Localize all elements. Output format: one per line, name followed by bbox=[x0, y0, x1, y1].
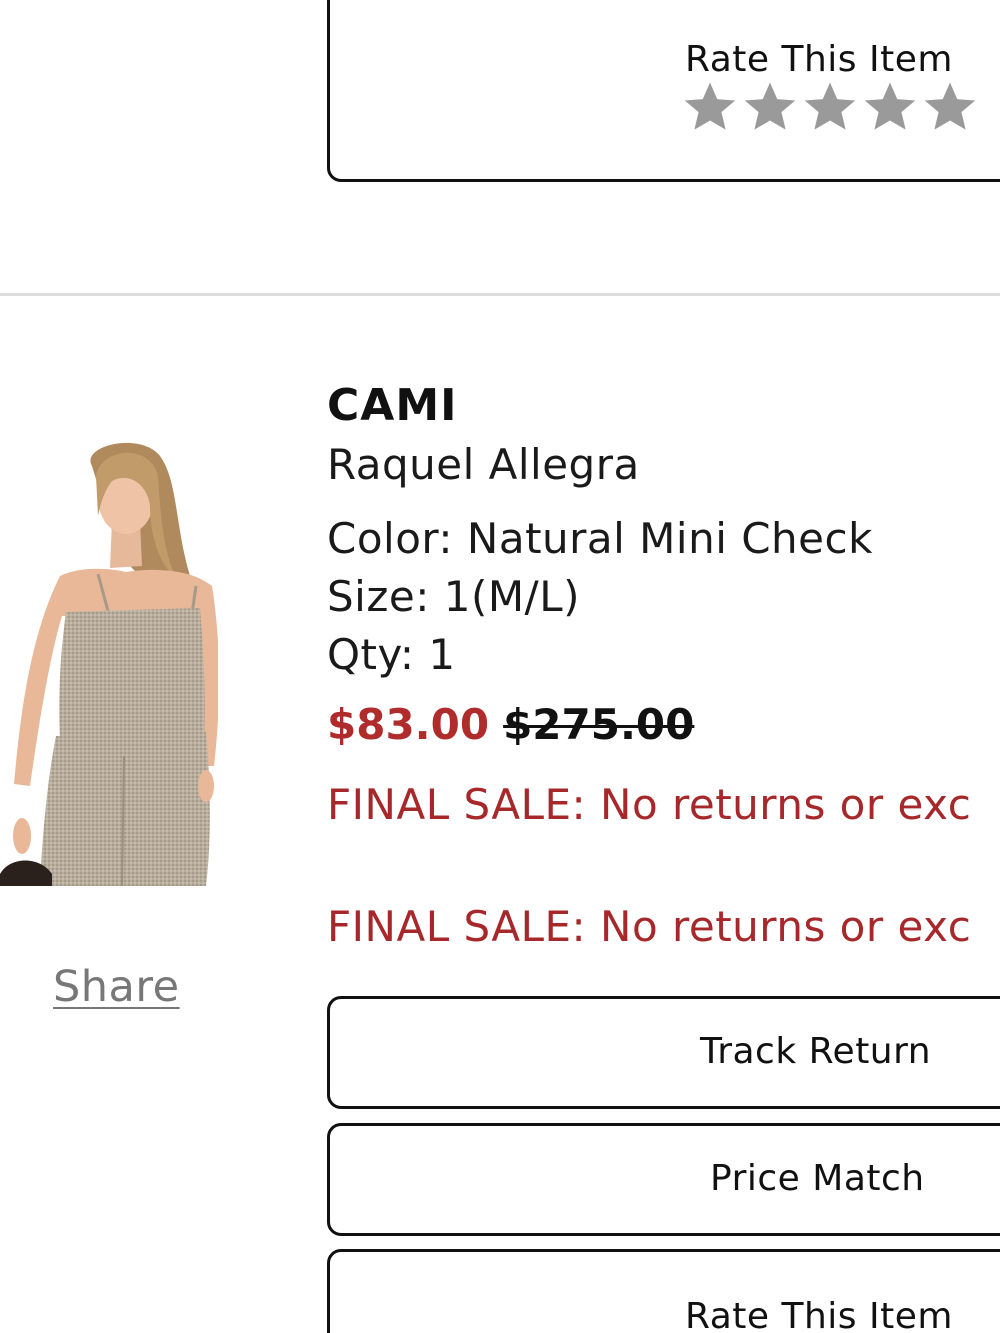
product-brand[interactable]: Raquel Allegra bbox=[327, 440, 640, 489]
rate-item-button[interactable]: Rate This Item bbox=[327, 1249, 1000, 1333]
rate-item-box-top[interactable]: Rate This Item bbox=[327, 0, 1000, 182]
track-return-button[interactable]: Track Return bbox=[327, 996, 1000, 1109]
star-icon[interactable] bbox=[802, 79, 858, 135]
product-size: Size: 1(M/L) bbox=[327, 572, 580, 621]
product-color: Color: Natural Mini Check bbox=[327, 514, 873, 563]
final-sale-notice-secondary: FINAL SALE: No returns or exc bbox=[327, 902, 972, 951]
price-row: $83.00 $275.00 bbox=[327, 700, 694, 749]
star-icon[interactable] bbox=[742, 79, 798, 135]
section-divider bbox=[0, 293, 1000, 296]
star-rating[interactable] bbox=[682, 79, 978, 135]
original-price: $275.00 bbox=[503, 700, 695, 749]
price-match-label: Price Match bbox=[710, 1158, 925, 1199]
product-name[interactable]: CAMI bbox=[327, 380, 458, 431]
product-quantity: Qty: 1 bbox=[327, 630, 456, 679]
rate-item-label: Rate This Item bbox=[685, 1296, 953, 1333]
final-sale-notice: FINAL SALE: No returns or exc bbox=[327, 780, 972, 829]
share-link[interactable]: Share bbox=[53, 962, 180, 1012]
product-image[interactable] bbox=[0, 436, 218, 886]
star-icon[interactable] bbox=[682, 79, 738, 135]
star-icon[interactable] bbox=[922, 79, 978, 135]
price-match-button[interactable]: Price Match bbox=[327, 1123, 1000, 1236]
order-item-page: Rate This Item Share CAMI Raquel Allegra… bbox=[0, 0, 1000, 1333]
product-photo-icon bbox=[0, 442, 218, 886]
sale-price: $83.00 bbox=[327, 700, 490, 749]
star-icon[interactable] bbox=[862, 79, 918, 135]
track-return-label: Track Return bbox=[700, 1031, 932, 1072]
rate-item-label-top: Rate This Item bbox=[685, 39, 953, 80]
